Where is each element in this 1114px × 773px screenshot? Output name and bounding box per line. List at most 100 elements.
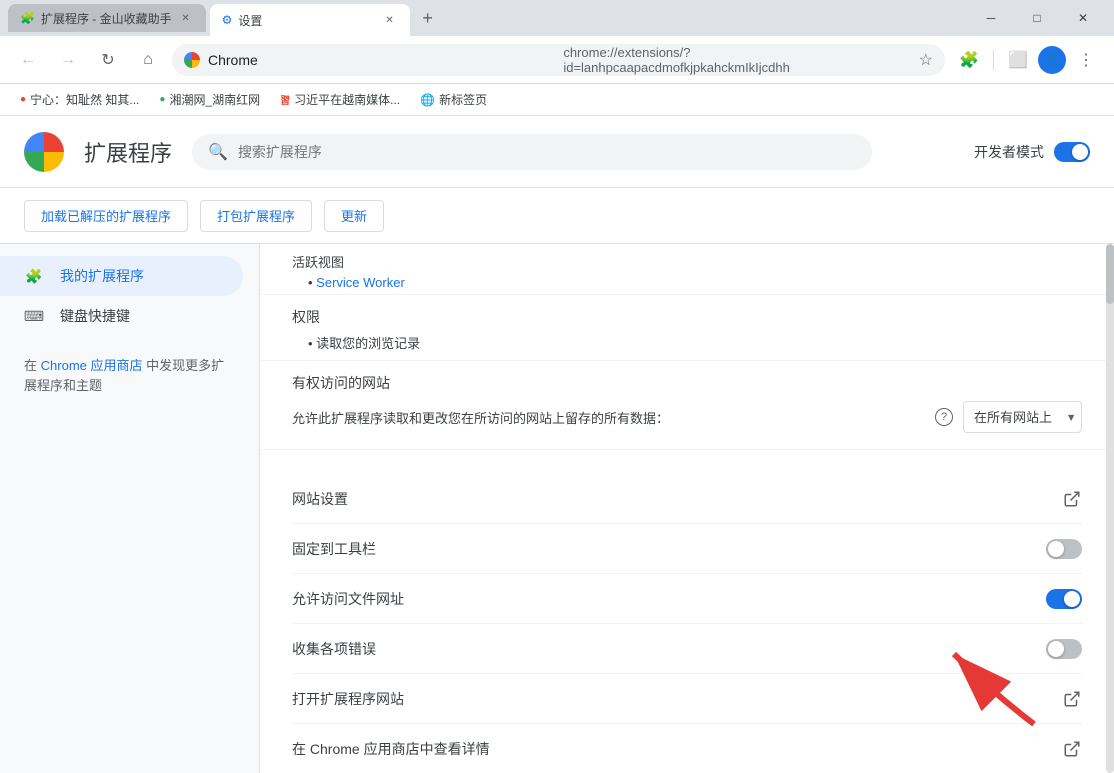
allow-file-url-toggle[interactable] [1046,589,1082,609]
address-domain: Chrome [208,52,555,68]
access-description: 允许此扩展程序读取和更改您在所访问的网站上留存的所有数据： [292,408,925,427]
tab-inactive-close[interactable]: ✕ [178,10,194,26]
pin-toolbar-row: 固定到工具栏 [292,524,1082,574]
forward-button[interactable]: → [52,44,84,76]
sidebar-item-my-extensions-label: 我的扩展程序 [60,266,144,286]
allow-file-url-label: 允许访问文件网址 [292,589,1046,609]
permission-item: • 读取您的浏览记录 [292,333,1082,352]
permission-text: 读取您的浏览记录 [316,336,420,351]
collect-errors-row: 收集各项错误 [292,624,1082,674]
chrome-store-label: 在 Chrome 应用商店中查看详情 [292,739,1062,759]
access-dropdown[interactable]: 在所有网站上 在特定网站上 不可访问 [963,401,1082,433]
pack-extension-button[interactable]: 打包扩展程序 [200,200,312,232]
access-header: 有权访问的网站 [292,373,1082,393]
pin-toolbar-label: 固定到工具栏 [292,539,1046,559]
allow-file-url-control [1046,589,1082,609]
keyboard-icon: ⌨ [24,306,44,326]
bookmark-1[interactable]: ● 宁心：知耻然 知其... [12,89,147,111]
collect-errors-control [1046,639,1082,659]
nav-bar: ← → ↻ ⌂ Chrome chrome://extensions/?id=l… [0,36,1114,84]
tab-search-icon[interactable]: ⬜ [1002,44,1034,76]
address-bar[interactable]: Chrome chrome://extensions/?id=lanhpcaap… [172,44,945,76]
extensions-header: 扩展程序 🔍 开发者模式 [0,116,1114,188]
site-settings-control [1062,489,1082,509]
access-section: 有权访问的网站 允许此扩展程序读取和更改您在所访问的网站上留存的所有数据： ? … [260,361,1114,450]
main-content: 扩展程序 🔍 开发者模式 加载已解压的扩展程序 打包扩展程序 更新 🧩 我的扩展… [0,116,1114,773]
title-bar: 🧩 扩展程序 - 金山收藏助手 ✕ ⚙ 设置 ✕ + ─ □ ✕ [0,0,1114,36]
site-settings-row: 网站设置 [292,474,1082,524]
new-tab-button[interactable]: + [414,4,442,32]
bookmark-4-label: 新标签页 [439,91,487,108]
permissions-section: 权限 • 读取您的浏览记录 [260,295,1114,361]
chrome-logo [24,132,64,172]
maximize-button[interactable]: □ [1014,0,1060,36]
chrome-favicon [184,52,200,68]
profile-button[interactable]: 👤 [1038,46,1066,74]
collect-errors-toggle[interactable] [1046,639,1082,659]
active-views-section: 活跃视图 • Service Worker [260,244,1114,295]
bookmark-4[interactable]: 🌐 新标签页 [412,89,495,111]
tab-active-label: 设置 [238,12,262,29]
site-settings-external-link-icon[interactable] [1062,489,1082,509]
help-icon[interactable]: ? [935,408,953,426]
open-ext-site-control [1062,689,1082,709]
active-views-label: 活跃视图 [292,252,1082,271]
sidebar: 🧩 我的扩展程序 ⌨ 键盘快捷键 在 Chrome 应用商店 中发现更多扩展程序… [0,244,260,773]
tab-inactive-label: 扩展程序 - 金山收藏助手 [41,10,172,27]
address-url: chrome://extensions/?id=lanhpcaapacdmofk… [563,45,910,75]
service-worker-link[interactable]: Service Worker [316,275,405,290]
sidebar-item-keyboard-shortcuts[interactable]: ⌨ 键盘快捷键 [0,296,243,336]
bookmark-star-icon[interactable]: ☆ [919,50,933,70]
bookmark-2-label: 湘潮网_湖南红网 [169,91,260,108]
chrome-store-external-link-icon[interactable] [1062,739,1082,759]
nav-icons: 🧩 ⬜ 👤 ⋮ [953,44,1102,76]
bookmark-3-label: 习近平在越南媒体... [294,91,400,108]
reload-button[interactable]: ↻ [92,44,124,76]
search-icon: 🔍 [208,142,228,162]
sidebar-discover: 在 Chrome 应用商店 中发现更多扩展程序和主题 [0,336,259,415]
sidebar-item-my-extensions[interactable]: 🧩 我的扩展程序 [0,256,243,296]
bookmarks-bar: ● 宁心：知耻然 知其... ● 湘潮网_湖南红网 習 习近平在越南媒体... … [0,84,1114,116]
pin-toolbar-control [1046,539,1082,559]
scrollbar-thumb[interactable] [1106,244,1114,304]
search-input[interactable] [238,144,856,160]
dev-mode-toggle[interactable] [1054,142,1090,162]
detail-panel: 网站设置 固定 [260,450,1114,773]
chrome-store-row: 在 Chrome 应用商店中查看详情 [292,724,1082,773]
extensions-icon[interactable]: 🧩 [953,44,985,76]
window-controls: ─ □ ✕ [968,0,1106,36]
tab-active-close[interactable]: ✕ [382,12,398,28]
body-layout: 🧩 我的扩展程序 ⌨ 键盘快捷键 在 Chrome 应用商店 中发现更多扩展程序… [0,244,1114,773]
service-worker-item: • Service Worker [292,275,1082,290]
open-ext-site-row: 打开扩展程序网站 [292,674,1082,724]
close-button[interactable]: ✕ [1060,0,1106,36]
load-unpacked-button[interactable]: 加载已解压的扩展程序 [24,200,188,232]
chrome-store-link[interactable]: Chrome 应用商店 [41,358,143,373]
bookmark-3[interactable]: 習 习近平在越南媒体... [272,89,408,111]
site-settings-label: 网站设置 [292,489,1062,509]
nav-divider [993,50,994,70]
tab-active[interactable]: ⚙ 设置 ✕ [210,4,410,36]
pin-toolbar-toggle[interactable] [1046,539,1082,559]
minimize-button[interactable]: ─ [968,0,1014,36]
permissions-header: 权限 [292,307,1082,327]
update-button[interactable]: 更新 [324,200,384,232]
access-row: 允许此扩展程序读取和更改您在所访问的网站上留存的所有数据： ? 在所有网站上 在… [292,401,1082,433]
collect-errors-label: 收集各项错误 [292,639,1046,659]
tab-inactive[interactable]: 🧩 扩展程序 - 金山收藏助手 ✕ [8,4,206,32]
content-area[interactable]: 活跃视图 • Service Worker 权限 • 读取您的浏览记录 [260,244,1114,773]
back-button[interactable]: ← [12,44,44,76]
menu-button[interactable]: ⋮ [1070,44,1102,76]
page-title: 扩展程序 [84,136,172,168]
chrome-store-control [1062,739,1082,759]
home-button[interactable]: ⌂ [132,44,164,76]
sidebar-item-keyboard-label: 键盘快捷键 [60,306,130,326]
access-dropdown-wrapper: 在所有网站上 在特定网站上 不可访问 ▾ [963,401,1082,433]
scrollbar-track[interactable] [1106,244,1114,773]
bookmark-2[interactable]: ● 湘潮网_湖南红网 [151,89,268,111]
action-bar: 加载已解压的扩展程序 打包扩展程序 更新 [0,188,1114,244]
allow-file-url-row: 允许访问文件网址 [292,574,1082,624]
search-box: 🔍 [192,134,872,170]
puzzle-icon: 🧩 [24,266,44,286]
open-ext-site-external-link-icon[interactable] [1062,689,1082,709]
